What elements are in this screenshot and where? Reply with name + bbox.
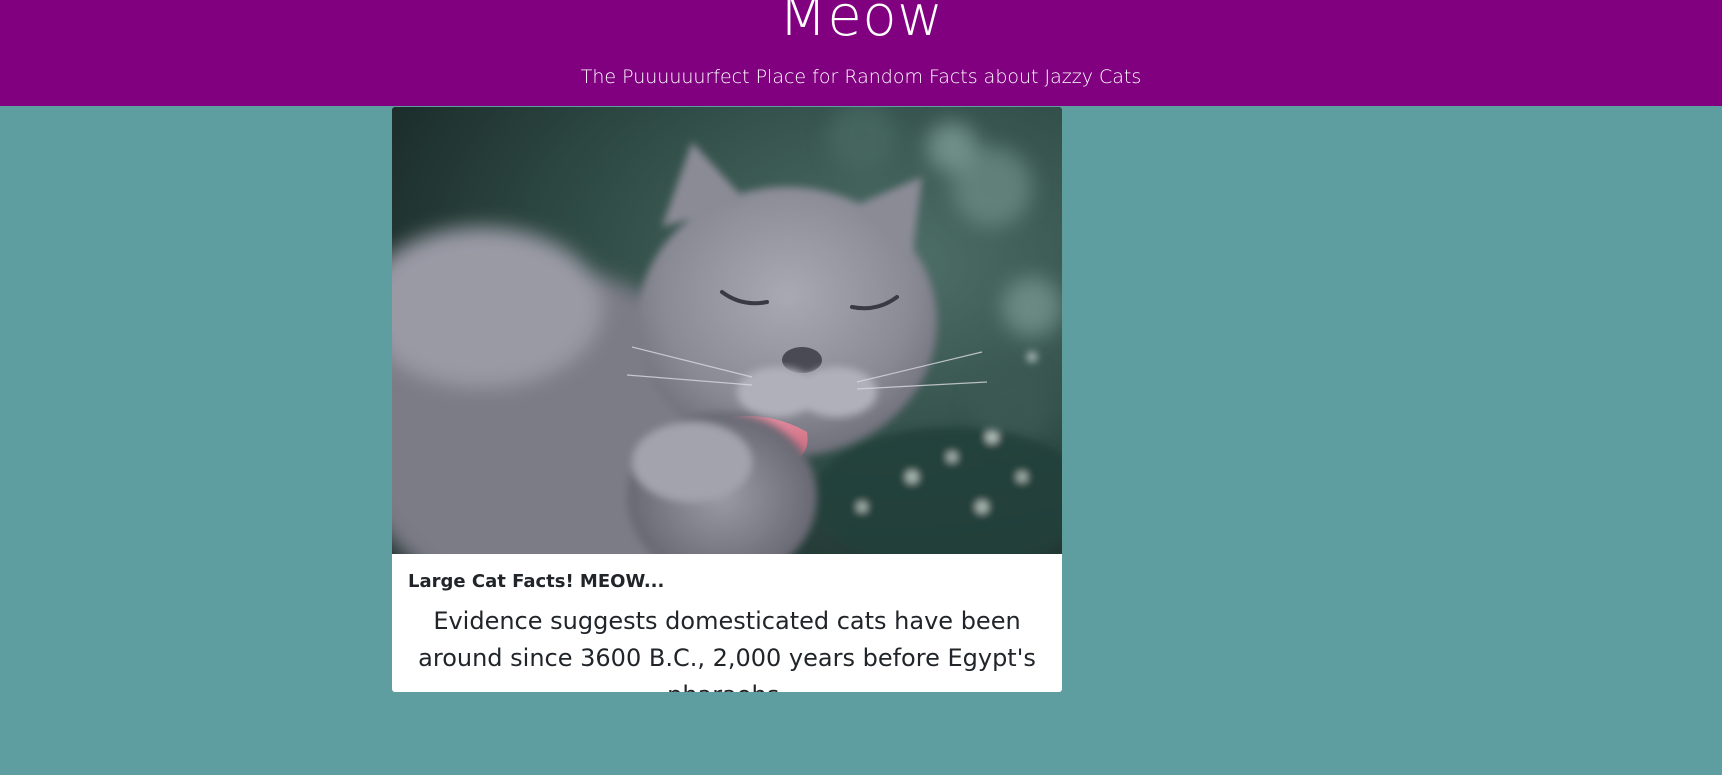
- cat-fact-card: Large Cat Facts! MEOW... Evidence sugges…: [392, 107, 1062, 692]
- site-header: Meow The Puuuuuurfect Place for Random F…: [0, 0, 1722, 106]
- site-subtitle: The Puuuuuurfect Place for Random Facts …: [580, 66, 1142, 88]
- site-title: Meow: [778, 0, 944, 49]
- card-title: Large Cat Facts! MEOW...: [408, 571, 665, 592]
- cat-fact-text: Evidence suggests domesticated cats have…: [418, 607, 1036, 692]
- cat-photo: [392, 107, 1062, 554]
